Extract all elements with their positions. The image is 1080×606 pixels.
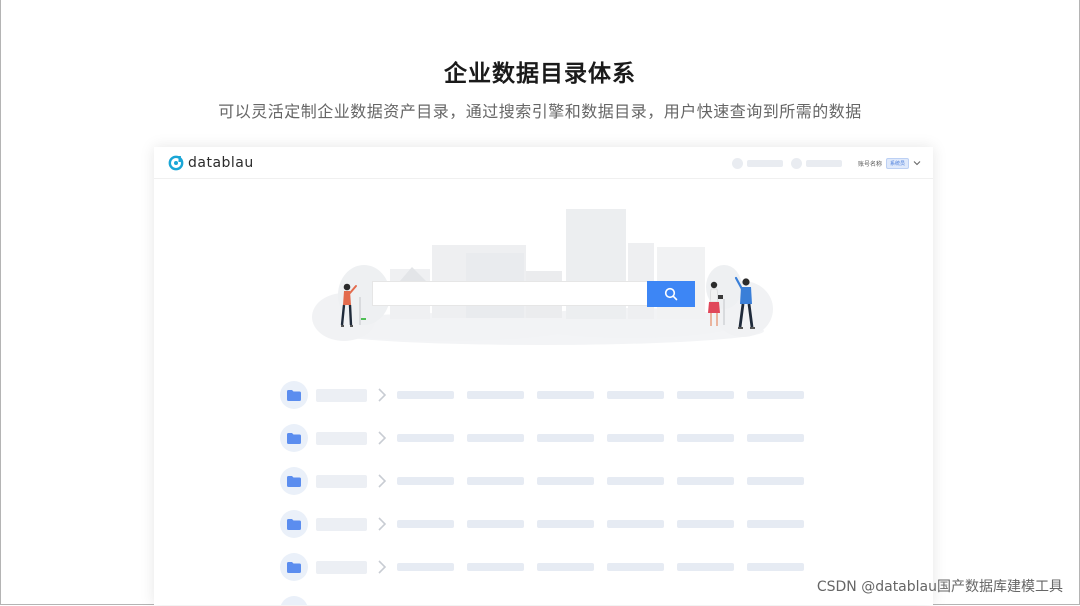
path-placeholder (607, 477, 664, 485)
folder-icon (287, 475, 301, 487)
path-placeholder (467, 563, 524, 571)
path-placeholder (397, 563, 454, 571)
path-placeholder (537, 520, 594, 528)
path-placeholder (677, 520, 734, 528)
path-placeholder (607, 434, 664, 442)
path-placeholder (677, 434, 734, 442)
path-placeholder (747, 434, 804, 442)
catalog-row[interactable] (280, 381, 810, 409)
chevron-right-icon (378, 474, 387, 488)
path-placeholder (397, 477, 454, 485)
catalog-row[interactable] (280, 510, 810, 538)
path-placeholder (607, 520, 664, 528)
path-placeholder (537, 563, 594, 571)
catalog-row[interactable] (280, 596, 810, 605)
hero-illustration (312, 209, 773, 345)
path-placeholder (467, 520, 524, 528)
search-button[interactable] (647, 281, 695, 307)
folder-icon (287, 432, 301, 444)
app-screenshot: datablau 账号名称 系统员 (154, 147, 933, 605)
catalog-row[interactable] (280, 553, 810, 581)
catalog-name-placeholder (316, 432, 367, 445)
folder-icon-wrap (280, 381, 308, 409)
folder-icon-wrap (280, 510, 308, 538)
slide-subtitle: 可以灵活定制企业数据资产目录，通过搜索引擎和数据目录，用户快速查询到所需的数据 (218, 102, 862, 121)
path-placeholder (677, 391, 734, 399)
folder-icon-wrap (280, 467, 308, 495)
catalog-row[interactable] (280, 467, 810, 495)
path-placeholder (537, 434, 594, 442)
path-placeholder (397, 520, 454, 528)
path-placeholder (537, 477, 594, 485)
slide-title: 企业数据目录体系 (444, 61, 636, 87)
chevron-right-icon (378, 431, 387, 445)
search-input[interactable] (372, 281, 648, 306)
folder-icon (287, 561, 301, 573)
catalog-name-placeholder (316, 389, 367, 402)
path-placeholder (467, 391, 524, 399)
path-placeholder (747, 563, 804, 571)
folder-icon-wrap (280, 553, 308, 581)
path-placeholder (397, 434, 454, 442)
path-placeholder (397, 391, 454, 399)
path-placeholder (677, 477, 734, 485)
folder-icon-wrap (280, 424, 308, 452)
csdn-watermark: CSDN @datablau国产数据库建模工具 (816, 579, 1063, 595)
path-placeholder (467, 434, 524, 442)
path-placeholder (537, 391, 594, 399)
catalog-name-placeholder (316, 518, 367, 531)
catalog-name-placeholder (316, 475, 367, 488)
path-placeholder (747, 477, 804, 485)
path-placeholder (467, 477, 524, 485)
path-placeholder (747, 520, 804, 528)
chevron-right-icon (378, 517, 387, 531)
slide: 企业数据目录体系 可以灵活定制企业数据资产目录，通过搜索引擎和数据目录，用户快速… (0, 0, 1080, 605)
catalog-row[interactable] (280, 424, 810, 452)
chevron-right-icon (378, 560, 387, 574)
search-icon (664, 287, 678, 301)
path-placeholder (747, 391, 804, 399)
folder-icon-wrap (280, 596, 308, 605)
path-placeholder (677, 563, 734, 571)
path-placeholder (607, 563, 664, 571)
catalog-name-placeholder (316, 561, 367, 574)
folder-icon (287, 389, 301, 401)
folder-icon (287, 518, 301, 530)
chevron-right-icon (378, 388, 387, 402)
path-placeholder (607, 391, 664, 399)
